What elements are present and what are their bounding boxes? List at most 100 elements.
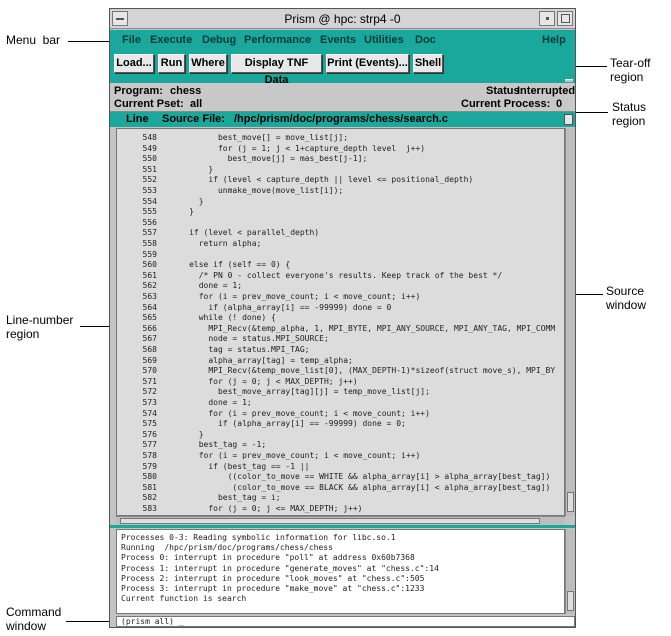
menu-performance[interactable]: Performance [244, 34, 311, 46]
line-number[interactable]: 576 [117, 430, 157, 440]
command-input[interactable]: (prism all) _ [116, 616, 575, 627]
window-menu-icon [116, 18, 124, 20]
load-button[interactable]: Load... [114, 54, 154, 73]
shell-button[interactable]: Shell [413, 54, 443, 73]
line-number[interactable]: 565 [117, 313, 157, 323]
line-number[interactable]: 558 [117, 239, 157, 249]
callout-tear-off-region: Tear-off region [610, 56, 651, 84]
status-value: Interrupted [517, 85, 576, 97]
line-number[interactable]: 575 [117, 419, 157, 429]
line-number[interactable]: 560 [117, 260, 157, 270]
line-number[interactable]: 555 [117, 207, 157, 217]
command-scrollbar[interactable] [565, 529, 575, 614]
source-line: else if (self == 0) { [165, 260, 291, 270]
source-line: done = 1; [165, 398, 252, 407]
source-vertical-scrollbar[interactable] [565, 128, 575, 516]
source-line: for (i = prev_move_count; i < move_count… [165, 292, 421, 301]
line-number[interactable]: 574 [117, 409, 157, 419]
line-number[interactable]: 548 [117, 133, 157, 143]
line-number[interactable]: 572 [117, 387, 157, 397]
line-number[interactable]: 573 [117, 398, 157, 408]
line-number[interactable]: 563 [117, 292, 157, 302]
line-number[interactable]: 559 [117, 250, 157, 260]
source-line: best_move_array[tag][j] = temp_move_list… [165, 387, 430, 397]
source-line: ((color_to_move == WHITE && alpha_array[… [165, 472, 551, 482]
callout-status-region: Status region [612, 100, 647, 128]
pane-separator[interactable] [110, 525, 575, 528]
output-line: Processes 0-3: Reading symbolic informat… [121, 533, 396, 542]
line-number[interactable]: 578 [117, 451, 157, 461]
maximize-icon [561, 14, 570, 23]
source-line: best_move[j] = mas_best[j-1]; [165, 154, 368, 164]
maximize-button[interactable] [557, 11, 573, 26]
print-events-button[interactable]: Print (Events)... [326, 54, 409, 73]
line-number[interactable]: 568 [117, 345, 157, 355]
source-line: best_tag = i; [165, 493, 281, 503]
source-scroll-thumb[interactable] [567, 492, 574, 512]
source-line: MPI_Recv(&temp_alpha, 1, MPI_BYTE, MPI_A… [165, 323, 556, 333]
menu-events[interactable]: Events [320, 34, 356, 46]
line-number[interactable]: 552 [117, 175, 157, 185]
menu-execute[interactable]: Execute [150, 34, 192, 46]
title-bar[interactable]: Prism @ hpc: strp4 -0 [110, 9, 575, 29]
source-header: Line Source File: /hpc/prism/doc/program… [110, 112, 575, 127]
status-region: Program: chess Status: Interrupted Curre… [110, 83, 575, 112]
line-number[interactable]: 564 [117, 303, 157, 313]
source-window[interactable]: 548 best_move[] = move_list[j]; 549 for (… [116, 128, 565, 516]
window-title: Prism @ hpc: strp4 -0 [284, 12, 401, 26]
line-number[interactable]: 580 [117, 472, 157, 482]
menu-file[interactable]: File [122, 34, 141, 46]
source-hscroll-thumb[interactable] [120, 518, 540, 524]
line-number[interactable]: 557 [117, 228, 157, 238]
output-line: Process 1: interrupt in procedure "gener… [121, 563, 439, 573]
line-number[interactable]: 579 [117, 462, 157, 472]
command-scroll-thumb[interactable] [567, 591, 574, 611]
line-number[interactable]: 550 [117, 154, 157, 164]
line-number[interactable]: 561 [117, 271, 157, 281]
line-number[interactable]: 583 [117, 504, 157, 514]
display-tnf-data-button[interactable]: Display TNF Data [231, 54, 322, 86]
process-value: 0 [556, 98, 563, 110]
line-number[interactable]: 549 [117, 144, 157, 154]
menu-help[interactable]: Help [542, 34, 566, 46]
line-number[interactable]: 570 [117, 366, 157, 376]
source-line: best_move[] = move_list[j]; [165, 133, 349, 142]
line-number[interactable]: 571 [117, 377, 157, 387]
tear-off-handle[interactable] [565, 79, 573, 82]
line-number[interactable]: 581 [117, 483, 157, 493]
output-line: Process 2: interrupt in procedure "look_… [121, 573, 425, 583]
source-file-label: Source File: [162, 113, 225, 125]
source-line: for (i = prev_move_count; i < move_count… [165, 408, 430, 418]
line-number[interactable]: 554 [117, 197, 157, 207]
line-number[interactable]: 556 [117, 218, 157, 228]
source-file-path: /hpc/prism/doc/programs/chess/search.c [234, 113, 448, 125]
source-line: best_tag = -1; [165, 440, 267, 450]
menu-utilities[interactable]: Utilities [364, 34, 404, 46]
source-line: for (i = prev_move_count; i < move_count… [165, 451, 421, 460]
run-button[interactable]: Run [158, 54, 185, 73]
source-horizontal-scrollbar[interactable] [116, 516, 565, 525]
menu-debug[interactable]: Debug [202, 34, 236, 46]
window-menu-button[interactable] [112, 11, 128, 26]
where-button[interactable]: Where [189, 54, 227, 73]
prism-window: Prism @ hpc: strp4 -0 File Execute Debug… [109, 8, 576, 628]
line-number[interactable]: 566 [117, 324, 157, 334]
callout-command-window: Command window [6, 605, 62, 633]
source-line: alpha_array[tag] = temp_alpha; [165, 355, 353, 365]
minimize-button[interactable] [539, 11, 555, 26]
pset-label: Current Pset: [114, 98, 184, 110]
line-number[interactable]: 562 [117, 281, 157, 291]
file-menu-icon[interactable] [564, 114, 573, 125]
callout-menu-bar: Menu bar [6, 33, 61, 47]
source-line: if (alpha_array[i] == -99999) done = 0; [165, 419, 406, 429]
line-number[interactable]: 569 [117, 356, 157, 366]
source-line: } [165, 207, 194, 217]
line-number[interactable]: 577 [117, 440, 157, 450]
line-number[interactable]: 567 [117, 334, 157, 344]
line-number[interactable]: 582 [117, 493, 157, 503]
line-number[interactable]: 551 [117, 165, 157, 175]
menu-toolbar-region: File Execute Debug Performance Events Ut… [110, 30, 575, 86]
menu-doc[interactable]: Doc [415, 34, 436, 46]
output-line: Process 3: interrupt in procedure "make_… [121, 584, 425, 593]
line-number[interactable]: 553 [117, 186, 157, 196]
